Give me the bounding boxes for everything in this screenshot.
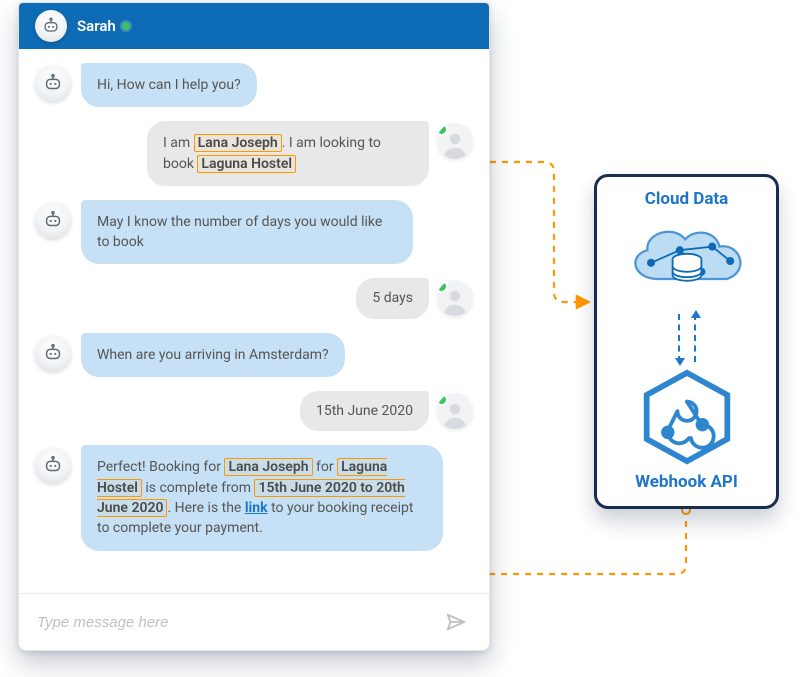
cloud-data-title: Cloud Data (645, 189, 729, 209)
message-row-user: 5 days (35, 278, 473, 318)
text-fragment: I am (163, 135, 194, 151)
send-button[interactable] (439, 605, 473, 639)
text-fragment: . Here is the (167, 500, 244, 516)
message-row-user: I am Lana Joseph. I am looking to book L… (35, 121, 473, 186)
bot-message-bubble: Perfect! Booking for Lana Joseph for Lag… (81, 445, 443, 550)
chat-body: Hi, How can I help you? I am Lana Joseph… (19, 49, 489, 593)
bot-avatar-icon (35, 447, 71, 483)
bot-message-bubble: May I know the number of days you would … (81, 200, 413, 265)
webhook-api-title: Webhook API (635, 472, 738, 492)
chat-participant-name: Sarah (77, 17, 116, 35)
webhook-hex-icon (639, 369, 735, 465)
bot-avatar-icon (35, 10, 67, 42)
message-row-user: 15th June 2020 (35, 391, 473, 431)
message-row-bot: May I know the number of days you would … (35, 200, 473, 265)
bot-message-bubble: When are you arriving in Amsterdam? (81, 333, 345, 377)
message-row-bot: When are you arriving in Amsterdam? (35, 333, 473, 377)
send-icon (445, 611, 467, 633)
bot-avatar-icon (35, 202, 71, 238)
user-avatar-icon (437, 280, 473, 316)
integration-card: Cloud Data (594, 174, 779, 509)
bot-message-bubble: Hi, How can I help you? (81, 63, 257, 107)
cloud-database-icon (612, 216, 762, 306)
user-message-bubble: 15th June 2020 (300, 391, 429, 431)
text-fragment: Perfect! Booking for (97, 459, 224, 475)
user-message-bubble: I am Lana Joseph. I am looking to book L… (147, 121, 429, 186)
chat-header: Sarah (19, 3, 489, 49)
chat-window: Sarah Hi, How can I help you? I am Lana … (18, 2, 490, 651)
user-avatar-icon (437, 393, 473, 429)
chat-input-bar (19, 593, 489, 650)
receipt-link[interactable]: link (245, 500, 268, 516)
message-input[interactable] (35, 613, 439, 632)
user-avatar-icon (437, 123, 473, 159)
user-message-bubble: 5 days (356, 278, 429, 318)
bot-avatar-icon (35, 65, 71, 101)
entity-highlight-name: Lana Joseph (224, 458, 312, 476)
message-row-bot: Hi, How can I help you? (35, 63, 473, 107)
bot-avatar-icon (35, 335, 71, 371)
text-fragment: is complete from (142, 480, 255, 496)
message-row-bot: Perfect! Booking for Lana Joseph for Lag… (35, 445, 473, 550)
text-fragment: for (313, 459, 338, 475)
bidirectional-arrows-icon (678, 314, 696, 362)
online-status-dot-icon (122, 22, 130, 30)
entity-highlight-hotel: Laguna Hostel (197, 155, 296, 173)
entity-highlight-name: Lana Joseph (194, 134, 282, 152)
